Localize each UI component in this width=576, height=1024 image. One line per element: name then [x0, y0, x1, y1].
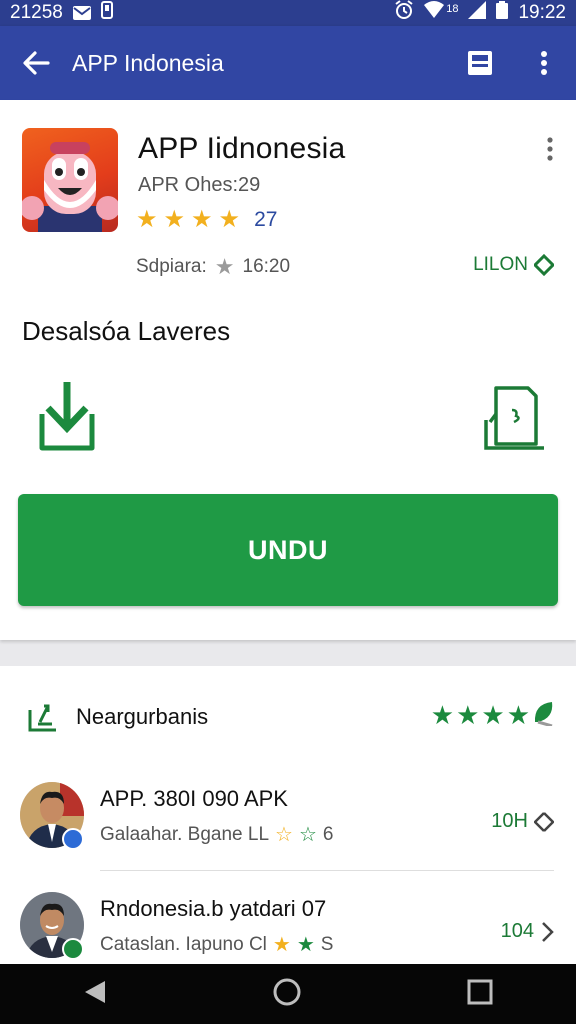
nav-home-button[interactable]	[272, 977, 302, 1012]
overflow-menu-icon	[541, 51, 547, 75]
rating-count: 27	[254, 208, 278, 231]
app-bar: APP Indonesia	[0, 26, 576, 100]
app-name: APP Iidnonesia	[138, 132, 346, 165]
size-label: LILON	[473, 254, 528, 275]
signal-label: 18	[446, 3, 459, 15]
leaf-icon	[532, 700, 554, 733]
page-title: APP Indonesia	[72, 49, 224, 76]
app-more-button[interactable]	[546, 136, 554, 167]
status-carrier-text: 21258	[10, 2, 63, 23]
chevron-right-icon	[534, 254, 554, 276]
item-rating: 6	[322, 823, 334, 845]
app-rating: ★ ★ ★ ★ 27	[136, 208, 277, 232]
item-title: Rndonesia.b yatdari 07	[100, 896, 327, 921]
system-nav-bar	[0, 964, 576, 1024]
related-rating: ★ ★ ★ ★	[431, 700, 554, 733]
star-icon: ★	[296, 934, 315, 956]
star-icon: ★	[218, 206, 241, 233]
item-size-label: 10H	[491, 810, 528, 832]
star-icon: ★	[163, 206, 186, 233]
item-subtitle-row: Galaahar. Bgane LL ☆ ☆ 6	[100, 822, 333, 847]
cell-signal-icon	[468, 1, 487, 25]
app-subtitle: APR Ohes:29	[138, 174, 261, 196]
save-button[interactable]	[448, 50, 512, 76]
status-bar: 21258 18 19:22	[0, 0, 576, 26]
back-button[interactable]	[0, 51, 72, 75]
star-outline-icon: ★	[214, 254, 235, 279]
size-link[interactable]: LILON	[473, 254, 554, 276]
file-icon[interactable]	[482, 384, 546, 457]
overflow-menu-button[interactable]	[512, 50, 576, 76]
nav-home-icon	[273, 978, 301, 1005]
related-apps-card: Neargurbanis ★ ★ ★ ★ APP. 380I 090 APK G…	[0, 666, 576, 966]
app-meta: Sdpiara: ★ 16:20	[136, 254, 290, 280]
download-button[interactable]: UNDU	[18, 494, 558, 606]
list-item[interactable]: APP. 380I 090 APK Galaahar. Bgane LL ☆ ☆…	[0, 782, 576, 872]
back-arrow-icon	[23, 51, 50, 75]
wifi-icon	[424, 1, 445, 25]
verified-badge	[62, 938, 84, 960]
star-icon: ★	[506, 700, 530, 730]
related-header: Neargurbanis	[26, 700, 208, 734]
status-time: 19:22	[518, 2, 566, 23]
more-vert-icon	[547, 137, 553, 161]
alarm-icon	[394, 0, 414, 26]
trending-icon	[28, 704, 56, 732]
download-icon[interactable]	[36, 380, 98, 457]
item-subtitle-row: Cataslan. Iapuno Cl ★ ★ S	[100, 932, 333, 957]
nav-back-icon	[84, 980, 105, 1003]
item-size-label: 104	[500, 920, 534, 942]
verified-badge	[62, 828, 84, 850]
item-subtitle: Cataslan. Iapuno Cl	[100, 933, 267, 955]
star-icon: ★	[191, 206, 213, 233]
chevron-right-icon	[542, 921, 554, 942]
meta-label: Sdpiara:	[136, 256, 207, 277]
star-icon: ★	[481, 700, 505, 730]
star-icon: ★	[136, 206, 158, 233]
battery-icon	[496, 1, 509, 25]
divider	[100, 870, 554, 871]
item-size[interactable]: 10H	[491, 810, 554, 833]
star-icon: ★	[430, 700, 455, 730]
phone-notification-icon	[100, 1, 113, 25]
app-icon[interactable]	[22, 128, 118, 232]
star-icon: ★	[272, 934, 291, 956]
related-title: Neargurbanis	[76, 704, 209, 729]
star-outline-icon: ☆	[275, 824, 293, 846]
save-icon	[468, 51, 492, 75]
download-section-title: Desalsóa Laveres	[22, 316, 231, 346]
nav-recents-icon	[467, 979, 493, 1004]
meta-value: 16:20	[242, 256, 291, 277]
star-outline-icon: ☆	[298, 824, 317, 846]
nav-back-button[interactable]	[83, 979, 107, 1010]
item-title: APP. 380I 090 APK	[100, 786, 288, 811]
app-detail-card: APP Iidnonesia APR Ohes:29 ★ ★ ★ ★ 27 Sd…	[0, 100, 576, 640]
email-notification-icon	[72, 6, 91, 20]
chevron-right-icon	[534, 811, 554, 832]
item-size[interactable]: 104	[501, 920, 554, 943]
star-icon: ★	[456, 700, 480, 730]
nav-recents-button[interactable]	[467, 979, 493, 1010]
item-rating: S	[320, 933, 334, 955]
item-subtitle: Galaahar. Bgane LL	[100, 823, 270, 845]
